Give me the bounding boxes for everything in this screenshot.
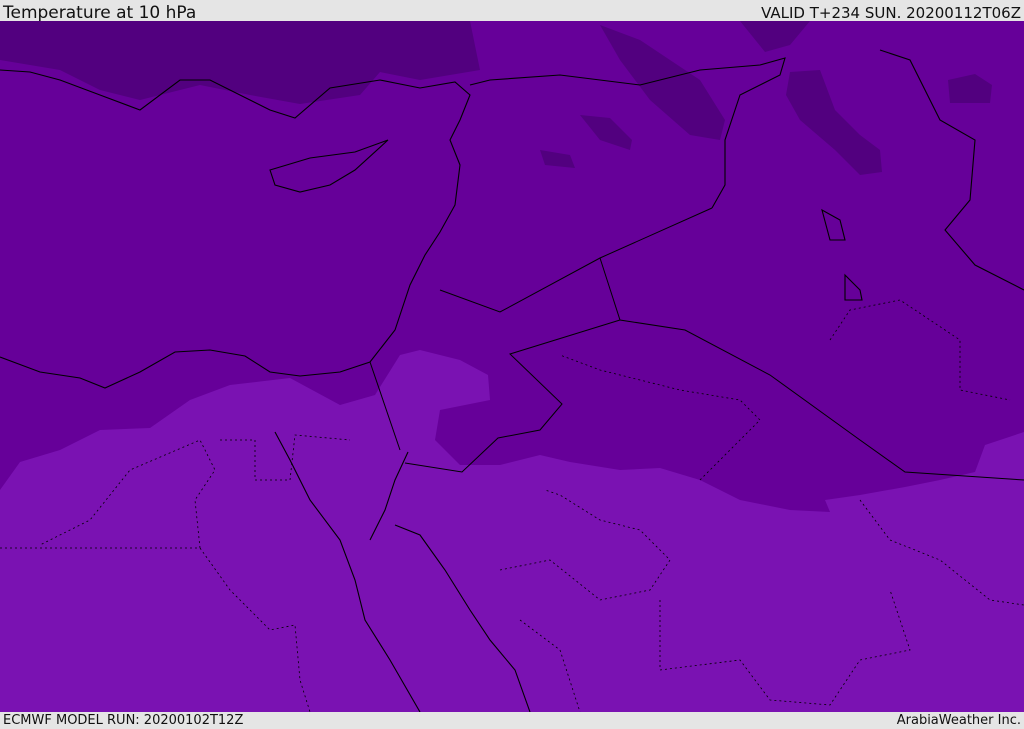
map-title: Temperature at 10 hPa [3, 3, 197, 23]
temperature-map [0, 21, 1024, 712]
model-run: ECMWF MODEL RUN: 20200102T12Z [3, 713, 244, 728]
valid-time: VALID T+234 SUN. 20200112T06Z [761, 4, 1021, 22]
brand-credit: ArabiaWeather Inc. [896, 713, 1021, 728]
footer-bar: ECMWF MODEL RUN: 20200102T12Z ArabiaWeat… [0, 712, 1024, 729]
header-bar: Temperature at 10 hPa VALID T+234 SUN. 2… [0, 0, 1024, 23]
